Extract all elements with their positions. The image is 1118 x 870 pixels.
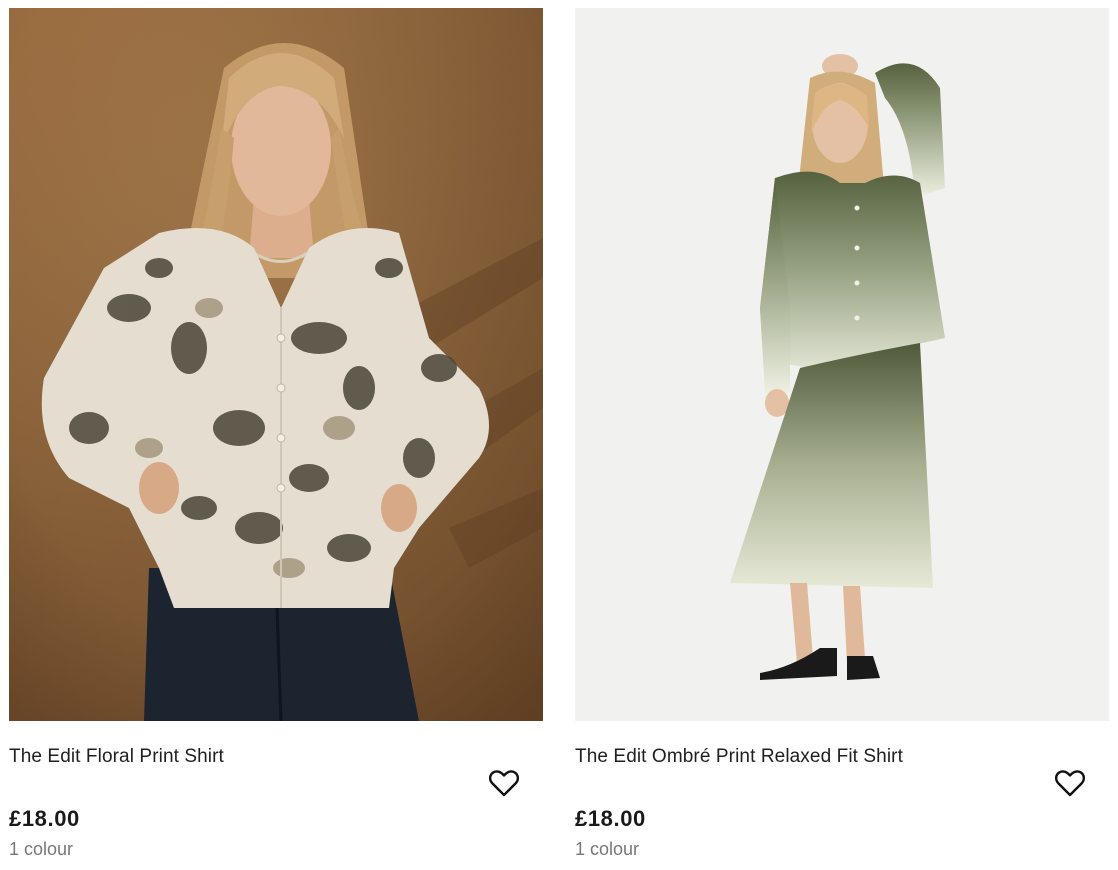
product-card[interactable]: The Edit Ombré Print Relaxed Fit Shirt £… <box>575 8 1109 868</box>
product-title[interactable]: The Edit Floral Print Shirt <box>9 745 224 769</box>
wishlist-button[interactable] <box>486 765 522 801</box>
product-image[interactable] <box>9 8 543 721</box>
product-image[interactable] <box>575 8 1109 721</box>
product-price: £18.00 <box>575 806 646 831</box>
product-price: £18.00 <box>9 806 80 831</box>
colour-count: 1 colour <box>9 839 74 859</box>
heart-outline-icon <box>488 770 520 797</box>
wishlist-button[interactable] <box>1052 765 1088 801</box>
heart-outline-icon <box>1054 770 1086 797</box>
product-title[interactable]: The Edit Ombré Print Relaxed Fit Shirt <box>575 745 903 769</box>
product-card[interactable]: The Edit Floral Print Shirt £18.00 1 col… <box>9 8 543 868</box>
colour-count: 1 colour <box>575 839 640 859</box>
product-grid: The Edit Floral Print Shirt £18.00 1 col… <box>0 0 1118 870</box>
